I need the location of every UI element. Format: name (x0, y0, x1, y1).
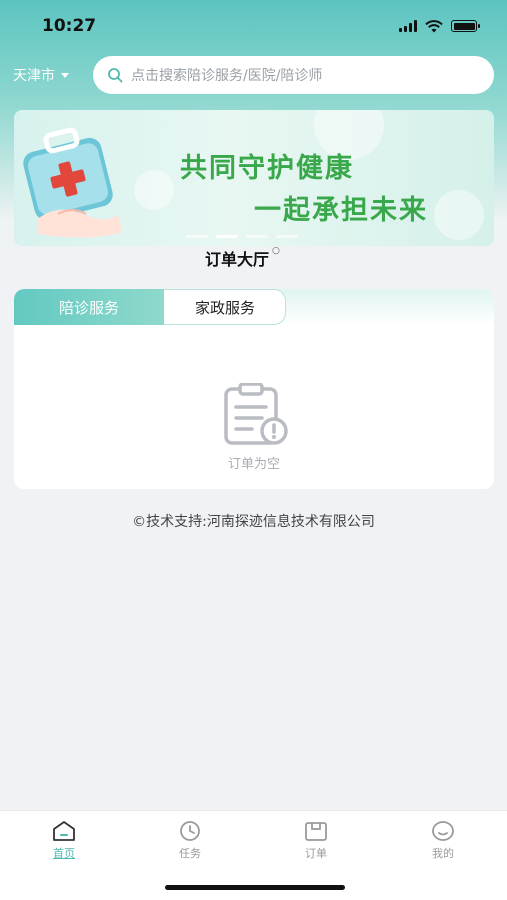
copyright-text: ©技术支持:河南探迹信息技术有限公司 (132, 514, 375, 530)
tabbar-item-home[interactable]: 首页 (34, 819, 94, 861)
smile-icon (432, 821, 454, 841)
top-header: 天津市 点击搜索陪诊服务/医院/陪诊师 (0, 55, 507, 95)
wifi-icon (425, 19, 443, 32)
city-selector[interactable]: 天津市 (13, 65, 93, 85)
pagination-dot (276, 235, 298, 238)
banner-bubble (434, 190, 484, 240)
status-bar: 10:27 (0, 0, 507, 52)
status-icons (399, 19, 480, 33)
tabbar-item-tasks[interactable]: 任务 (160, 819, 220, 861)
clock-icon (180, 821, 200, 841)
tabbar-item-orders[interactable]: 订单 (286, 819, 346, 861)
medical-kit-icon (23, 127, 122, 238)
search-bar[interactable]: 点击搜索陪诊服务/医院/陪诊师 (93, 56, 494, 94)
city-label: 天津市 (13, 68, 55, 84)
tabbar-label: 订单 (305, 847, 327, 860)
caret-down-icon (61, 72, 69, 78)
order-hall-title: 订单大厅 ○ (205, 246, 280, 270)
pagination-dot (186, 235, 208, 238)
empty-state-text: 订单为空 (227, 457, 280, 472)
battery-icon (451, 20, 480, 32)
order-card: 家政服务 陪诊服务 订单为空 (14, 289, 494, 489)
home-indicator (165, 885, 345, 890)
search-icon (108, 68, 123, 83)
tabbar-item-profile[interactable]: 我的 (413, 819, 473, 861)
tab-escort[interactable]: 陪诊服务 (14, 289, 164, 325)
signal-icon (399, 20, 417, 32)
box-icon (305, 822, 327, 841)
tabbar-label: 任务 (179, 847, 201, 860)
tabbar-label: 我的 (432, 847, 454, 860)
pagination-dot-active (216, 235, 238, 238)
tabbar-label: 首页 (53, 847, 75, 860)
banner-line-2: 一起承担未来 (254, 195, 428, 226)
home-icon (53, 821, 75, 841)
banner-pagination (186, 235, 298, 238)
banner-bubble (134, 170, 174, 210)
search-placeholder: 点击搜索陪诊服务/医院/陪诊师 (131, 68, 323, 84)
order-tabs: 家政服务 陪诊服务 (14, 289, 494, 325)
pagination-dot (246, 235, 268, 238)
tab-label: 陪诊服务 (58, 298, 119, 317)
promo-banner[interactable]: 共同守护健康 一起承担未来 (14, 110, 494, 246)
empty-clipboard-icon (224, 383, 288, 445)
tab-label: 家政服务 (194, 298, 255, 317)
order-hall-label: 订单大厅 (205, 250, 270, 269)
banner-line-1: 共同守护健康 (180, 153, 354, 184)
circle-icon: ○ (272, 246, 280, 256)
status-time: 10:27 (42, 16, 97, 36)
tab-housekeeping[interactable]: 家政服务 (150, 289, 286, 325)
